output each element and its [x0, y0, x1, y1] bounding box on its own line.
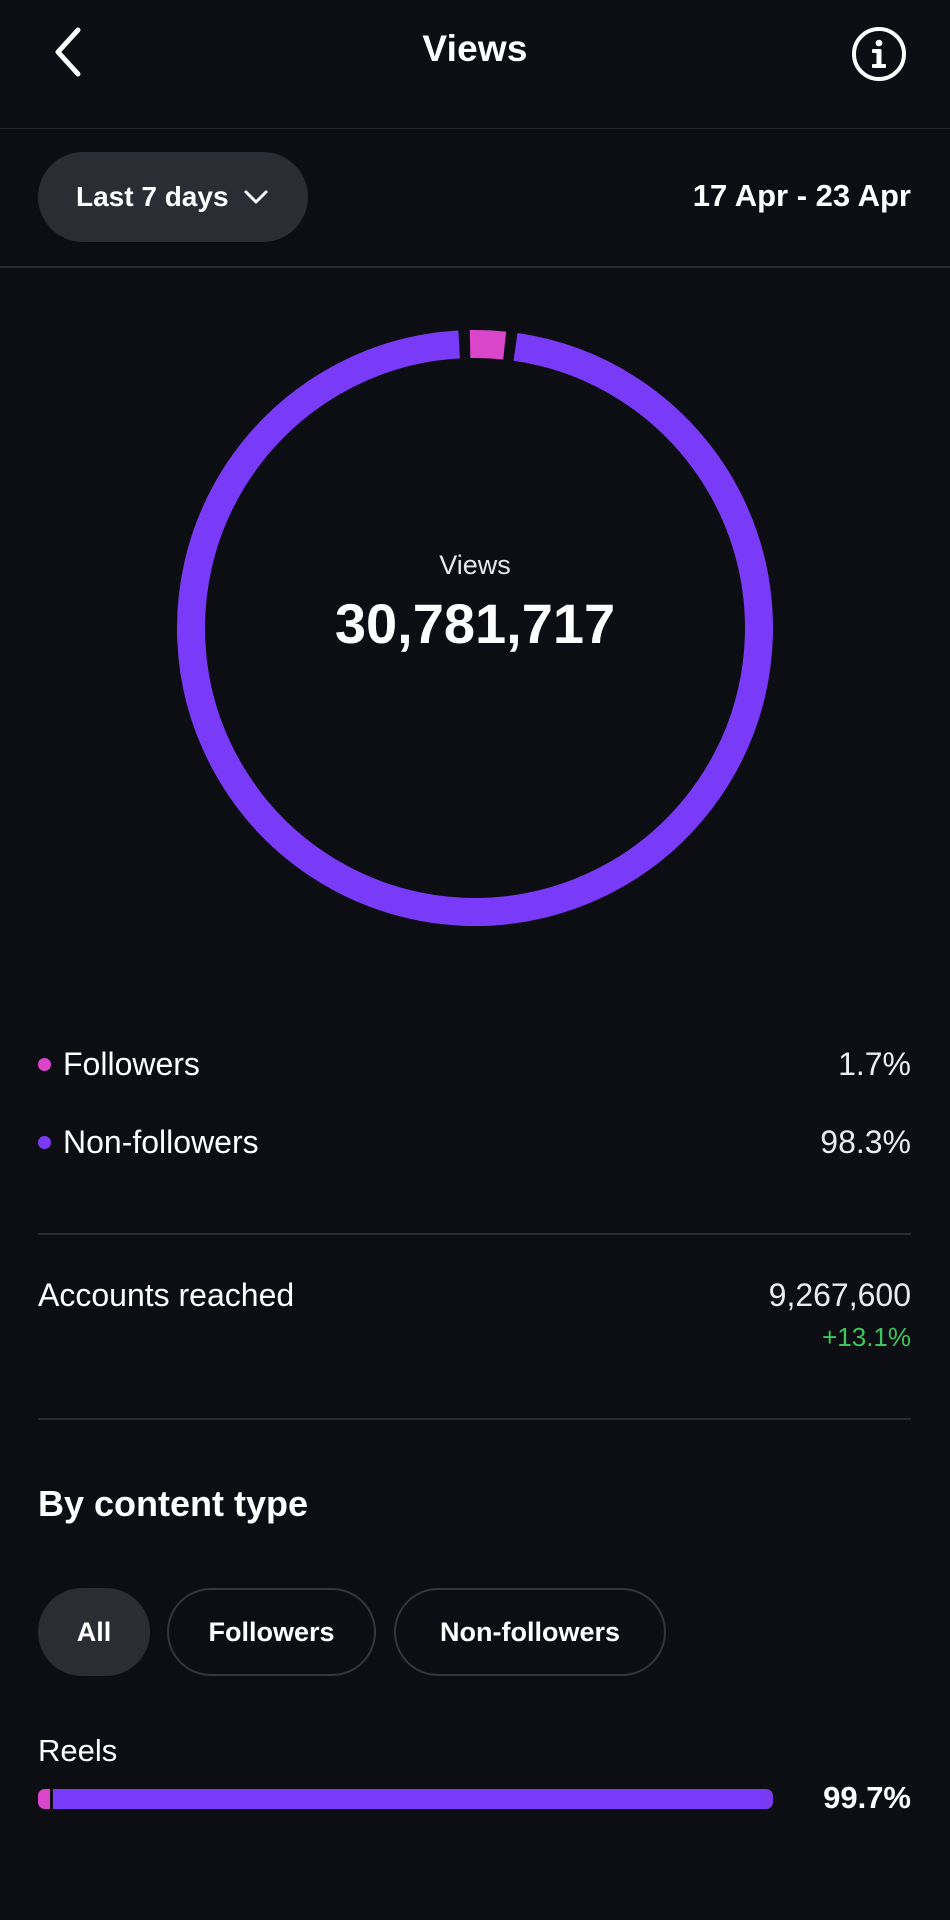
content-row-label-reels: Reels — [38, 1733, 118, 1768]
info-button[interactable] — [850, 25, 908, 83]
section-title-content-type: By content type — [38, 1483, 309, 1524]
chip-followers[interactable]: Followers — [167, 1588, 376, 1676]
reels-bar-followers-segment — [38, 1789, 50, 1809]
accounts-reached-value: 9,267,600 — [768, 1277, 911, 1313]
divider — [38, 1233, 911, 1235]
page-title: Views — [422, 28, 528, 69]
date-range-text: 17 Apr - 23 Apr — [692, 178, 911, 213]
date-range-dropdown-label: Last 7 days — [76, 181, 229, 212]
chevron-down-icon — [243, 184, 269, 210]
filter-row: Last 7 days 17 Apr - 23 Apr — [0, 129, 950, 268]
info-circle-icon — [852, 27, 906, 81]
date-range-dropdown[interactable]: Last 7 days — [38, 152, 308, 242]
followers-dot — [38, 1057, 51, 1071]
content-row-value-reels: 99.7% — [823, 1780, 911, 1815]
accounts-reached-change: +13.1% — [822, 1322, 911, 1352]
top-bar: Views — [0, 0, 950, 129]
legend-label-non-followers: Non-followers — [63, 1123, 259, 1160]
reels-bar-non-followers-segment — [53, 1789, 766, 1809]
chip-all[interactable]: All — [38, 1588, 150, 1676]
reels-progress-bar — [38, 1789, 773, 1809]
divider — [38, 1418, 911, 1420]
donut-center-label: Views — [439, 550, 511, 580]
non-followers-dot — [38, 1135, 51, 1149]
chip-non-followers[interactable]: Non-followers — [394, 1588, 666, 1676]
donut-segment-followers — [469, 330, 507, 360]
accounts-reached-label: Accounts reached — [38, 1277, 295, 1313]
donut-center-value: 30,781,717 — [334, 592, 616, 655]
legend-value-non-followers: 98.3% — [820, 1123, 911, 1160]
legend-row-non-followers: Non-followers 98.3% — [38, 1117, 911, 1167]
legend-row-followers: Followers 1.7% — [38, 1039, 911, 1089]
legend-label-followers: Followers — [63, 1045, 200, 1082]
legend-value-followers: 1.7% — [838, 1045, 911, 1082]
